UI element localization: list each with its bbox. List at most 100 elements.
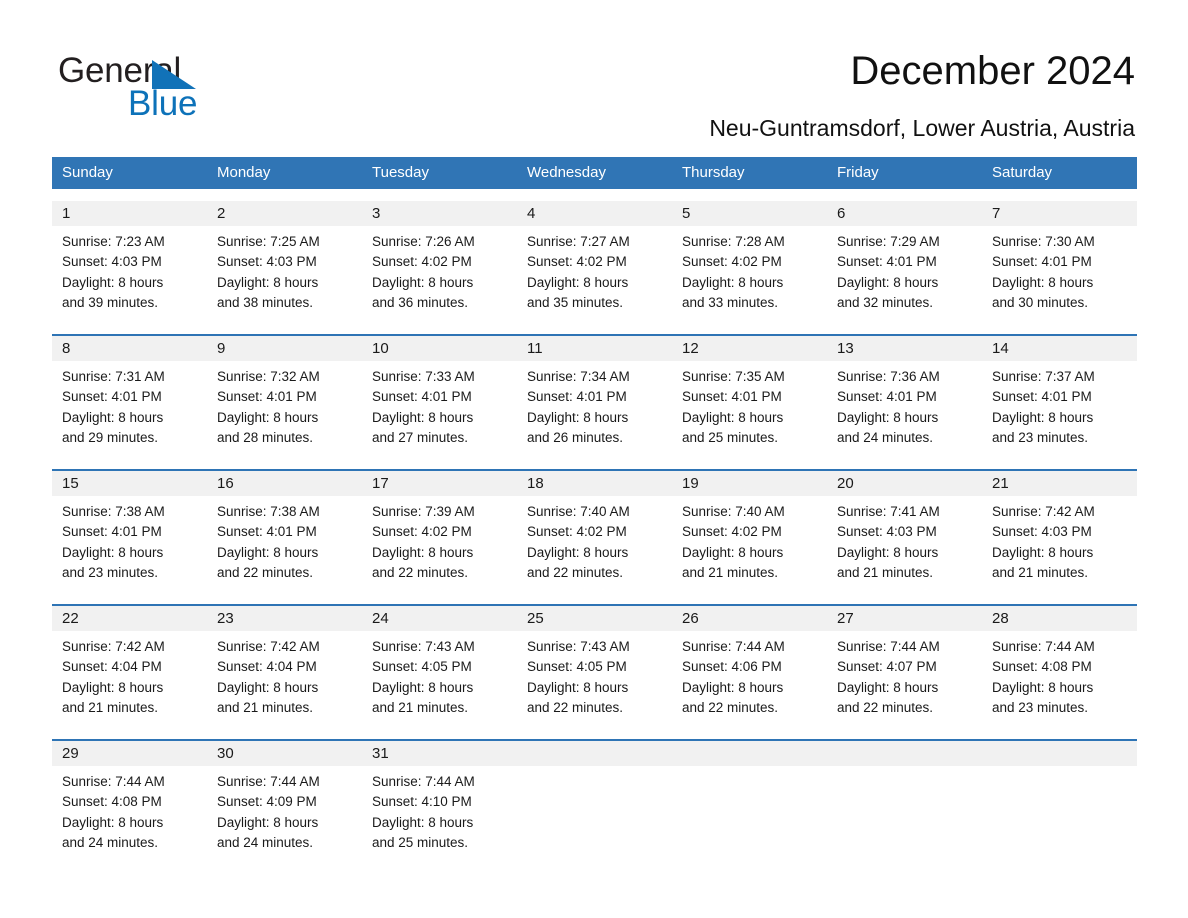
day-number[interactable]: 13 — [827, 336, 982, 361]
day-number-empty — [827, 741, 982, 766]
day-cell[interactable]: Sunrise: 7:25 AM Sunset: 4:03 PM Dayligh… — [207, 226, 362, 322]
day-cell[interactable]: Sunrise: 7:27 AM Sunset: 4:02 PM Dayligh… — [517, 226, 672, 322]
day-number[interactable]: 27 — [827, 606, 982, 631]
day-cell[interactable]: Sunrise: 7:38 AM Sunset: 4:01 PM Dayligh… — [207, 496, 362, 592]
day-cell[interactable]: Sunrise: 7:44 AM Sunset: 4:10 PM Dayligh… — [362, 766, 517, 862]
weekday-saturday: Saturday — [992, 164, 1053, 181]
day-cell[interactable]: Sunrise: 7:26 AM Sunset: 4:02 PM Dayligh… — [362, 226, 517, 322]
day-cell[interactable]: Sunrise: 7:36 AM Sunset: 4:01 PM Dayligh… — [827, 361, 982, 457]
week-detail-row: Sunrise: 7:31 AM Sunset: 4:01 PM Dayligh… — [52, 361, 1137, 457]
day-cell[interactable]: Sunrise: 7:35 AM Sunset: 4:01 PM Dayligh… — [672, 361, 827, 457]
weekday-thursday: Thursday — [682, 164, 745, 181]
day-number[interactable]: 31 — [362, 741, 517, 766]
daylight-text-line1: Daylight: 8 hours — [217, 409, 319, 425]
day-cell[interactable]: Sunrise: 7:32 AM Sunset: 4:01 PM Dayligh… — [207, 361, 362, 457]
day-number[interactable]: 17 — [362, 471, 517, 496]
day-number[interactable]: 24 — [362, 606, 517, 631]
day-number[interactable]: 12 — [672, 336, 827, 361]
sunset-text: Sunset: 4:05 PM — [527, 659, 627, 675]
day-cell[interactable]: Sunrise: 7:28 AM Sunset: 4:02 PM Dayligh… — [672, 226, 827, 322]
day-cell[interactable]: Sunrise: 7:42 AM Sunset: 4:04 PM Dayligh… — [52, 631, 207, 727]
daylight-text-line2: and 21 minutes. — [217, 699, 314, 715]
daylight-text-line2: and 22 minutes. — [217, 564, 314, 580]
sunrise-text: Sunrise: 7:44 AM — [837, 639, 940, 654]
day-number[interactable]: 25 — [517, 606, 672, 631]
day-number[interactable]: 19 — [672, 471, 827, 496]
day-cell[interactable]: Sunrise: 7:37 AM Sunset: 4:01 PM Dayligh… — [982, 361, 1137, 457]
day-number[interactable]: 5 — [672, 201, 827, 226]
daylight-text-line2: and 23 minutes. — [992, 429, 1089, 445]
day-number[interactable]: 2 — [207, 201, 362, 226]
day-number[interactable]: 6 — [827, 201, 982, 226]
day-number[interactable]: 29 — [52, 741, 207, 766]
day-cell[interactable]: Sunrise: 7:42 AM Sunset: 4:03 PM Dayligh… — [982, 496, 1137, 592]
daylight-text-line2: and 35 minutes. — [527, 294, 624, 310]
day-number[interactable]: 14 — [982, 336, 1137, 361]
day-number[interactable]: 1 — [52, 201, 207, 226]
day-number[interactable]: 8 — [52, 336, 207, 361]
sunset-text: Sunset: 4:02 PM — [372, 524, 472, 540]
daylight-text-line2: and 22 minutes. — [682, 699, 779, 715]
daylight-text-line1: Daylight: 8 hours — [62, 814, 164, 830]
day-cell[interactable]: Sunrise: 7:42 AM Sunset: 4:04 PM Dayligh… — [207, 631, 362, 727]
sunrise-text: Sunrise: 7:40 AM — [682, 504, 785, 519]
day-number[interactable]: 15 — [52, 471, 207, 496]
daylight-text-line2: and 21 minutes. — [372, 699, 469, 715]
day-cell[interactable]: Sunrise: 7:30 AM Sunset: 4:01 PM Dayligh… — [982, 226, 1137, 322]
generalblue-logo[interactable]: General Blue — [58, 52, 298, 124]
daylight-text-line1: Daylight: 8 hours — [217, 274, 319, 290]
page-subtitle-location: Neu-Guntramsdorf, Lower Austria, Austria — [709, 115, 1135, 141]
daylight-text-line1: Daylight: 8 hours — [372, 274, 474, 290]
sunset-text: Sunset: 4:01 PM — [837, 254, 937, 270]
day-number[interactable]: 18 — [517, 471, 672, 496]
sunset-text: Sunset: 4:08 PM — [62, 794, 162, 810]
day-cell[interactable]: Sunrise: 7:44 AM Sunset: 4:07 PM Dayligh… — [827, 631, 982, 727]
daylight-text-line1: Daylight: 8 hours — [682, 544, 784, 560]
day-number[interactable]: 10 — [362, 336, 517, 361]
day-number[interactable]: 11 — [517, 336, 672, 361]
day-cell[interactable]: Sunrise: 7:40 AM Sunset: 4:02 PM Dayligh… — [517, 496, 672, 592]
day-number[interactable]: 30 — [207, 741, 362, 766]
sunrise-text: Sunrise: 7:44 AM — [372, 774, 475, 789]
day-cell[interactable]: Sunrise: 7:34 AM Sunset: 4:01 PM Dayligh… — [517, 361, 672, 457]
sunset-text: Sunset: 4:01 PM — [62, 524, 162, 540]
day-cell[interactable]: Sunrise: 7:44 AM Sunset: 4:09 PM Dayligh… — [207, 766, 362, 862]
day-cell[interactable]: Sunrise: 7:31 AM Sunset: 4:01 PM Dayligh… — [52, 361, 207, 457]
sunset-text: Sunset: 4:01 PM — [837, 389, 937, 405]
day-cell[interactable]: Sunrise: 7:23 AM Sunset: 4:03 PM Dayligh… — [52, 226, 207, 322]
day-cell[interactable]: Sunrise: 7:29 AM Sunset: 4:01 PM Dayligh… — [827, 226, 982, 322]
day-number[interactable]: 16 — [207, 471, 362, 496]
day-cell[interactable]: Sunrise: 7:44 AM Sunset: 4:08 PM Dayligh… — [982, 631, 1137, 727]
day-cell[interactable]: Sunrise: 7:39 AM Sunset: 4:02 PM Dayligh… — [362, 496, 517, 592]
day-number[interactable]: 20 — [827, 471, 982, 496]
day-number[interactable]: 28 — [982, 606, 1137, 631]
day-cell[interactable]: Sunrise: 7:38 AM Sunset: 4:01 PM Dayligh… — [52, 496, 207, 592]
day-cell[interactable]: Sunrise: 7:43 AM Sunset: 4:05 PM Dayligh… — [362, 631, 517, 727]
day-number[interactable]: 26 — [672, 606, 827, 631]
day-cell[interactable]: Sunrise: 7:33 AM Sunset: 4:01 PM Dayligh… — [362, 361, 517, 457]
daylight-text-line2: and 25 minutes. — [682, 429, 779, 445]
sunrise-text: Sunrise: 7:39 AM — [372, 504, 475, 519]
day-cell-empty — [672, 766, 827, 862]
day-number[interactable]: 7 — [982, 201, 1137, 226]
sunrise-text: Sunrise: 7:29 AM — [837, 234, 940, 249]
daylight-text-line2: and 22 minutes. — [527, 699, 624, 715]
day-cell[interactable]: Sunrise: 7:43 AM Sunset: 4:05 PM Dayligh… — [517, 631, 672, 727]
day-cell-empty — [517, 766, 672, 862]
day-number[interactable]: 3 — [362, 201, 517, 226]
day-cell[interactable]: Sunrise: 7:44 AM Sunset: 4:08 PM Dayligh… — [52, 766, 207, 862]
day-number[interactable]: 21 — [982, 471, 1137, 496]
day-cell[interactable]: Sunrise: 7:44 AM Sunset: 4:06 PM Dayligh… — [672, 631, 827, 727]
weekday-friday: Friday — [837, 164, 879, 181]
day-number[interactable]: 4 — [517, 201, 672, 226]
sunrise-text: Sunrise: 7:43 AM — [372, 639, 475, 654]
day-number[interactable]: 9 — [207, 336, 362, 361]
calendar-grid: Sunday Monday Tuesday Wednesday Thursday… — [52, 157, 1137, 862]
day-cell[interactable]: Sunrise: 7:40 AM Sunset: 4:02 PM Dayligh… — [672, 496, 827, 592]
day-cell[interactable]: Sunrise: 7:41 AM Sunset: 4:03 PM Dayligh… — [827, 496, 982, 592]
day-number[interactable]: 23 — [207, 606, 362, 631]
sunset-text: Sunset: 4:09 PM — [217, 794, 317, 810]
sunset-text: Sunset: 4:02 PM — [527, 254, 627, 270]
daylight-text-line2: and 24 minutes. — [62, 834, 159, 850]
day-number[interactable]: 22 — [52, 606, 207, 631]
